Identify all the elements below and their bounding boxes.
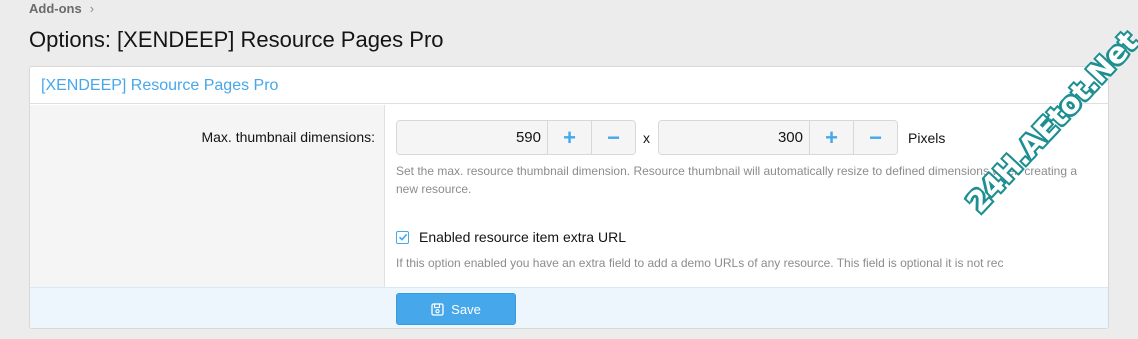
save-button-label: Save [451, 301, 481, 317]
height-decrement-button[interactable]: − [853, 121, 897, 154]
block-header-title[interactable]: [XENDEEP] Resource Pages Pro [41, 77, 278, 94]
save-button[interactable]: Save [396, 293, 516, 325]
page-title: Options: [XENDEEP] Resource Pages Pro [29, 27, 444, 52]
minus-icon: − [607, 124, 620, 150]
form-row: Max. thumbnail dimensions: + − x + − [30, 105, 1108, 287]
extra-url-checkbox[interactable] [396, 230, 409, 244]
thumbnail-dimensions-control: + − x + − Pixels [396, 120, 945, 155]
thumbnail-dimensions-label: Max. thumbnail dimensions: [201, 129, 375, 145]
extra-url-label[interactable]: Enabled resource item extra URL [419, 229, 626, 245]
height-input[interactable] [659, 121, 809, 154]
height-increment-button[interactable]: + [809, 121, 853, 154]
width-input[interactable] [397, 121, 547, 154]
minus-icon: − [869, 124, 882, 150]
dimension-unit: Pixels [908, 129, 946, 146]
breadcrumb: Add-ons › [29, 1, 94, 16]
plus-icon: + [825, 124, 838, 150]
width-decrement-button[interactable]: − [591, 121, 635, 154]
extra-url-hint: If this option enabled you have an extra… [396, 256, 1004, 270]
check-icon [398, 233, 407, 241]
block-header: [XENDEEP] Resource Pages Pro [30, 67, 1108, 104]
plus-icon: + [563, 124, 576, 150]
options-block: [XENDEEP] Resource Pages Pro Max. thumbn… [29, 66, 1109, 329]
height-stepper: + − [658, 120, 898, 155]
form-footer: Save [30, 287, 1108, 328]
label-column: Max. thumbnail dimensions: [30, 105, 385, 287]
chevron-right-icon: › [89, 1, 95, 16]
breadcrumb-item-addons[interactable]: Add-ons [29, 1, 82, 16]
floppy-disk-icon [431, 302, 444, 316]
width-increment-button[interactable]: + [547, 121, 591, 154]
dimension-separator: x [643, 129, 650, 146]
extra-url-option[interactable]: Enabled resource item extra URL [396, 229, 626, 245]
width-stepper: + − [396, 120, 636, 155]
